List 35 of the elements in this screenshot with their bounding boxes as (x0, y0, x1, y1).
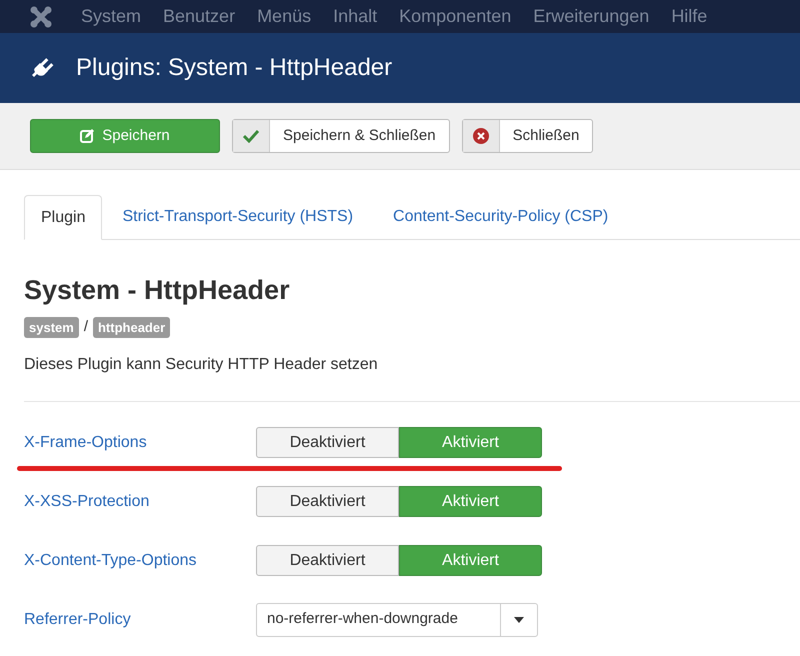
tab[interactable]: Strict-Transport-Security (HSTS) (102, 195, 374, 239)
separator: / (84, 317, 88, 337)
select-field[interactable]: no-referrer-when-downgrade (256, 602, 538, 636)
toggle-option[interactable]: Deaktiviert (256, 427, 399, 458)
edit-icon (80, 129, 94, 143)
plugin-description: Dieses Plugin kann Security HTTP Header setzen (24, 354, 379, 374)
save-and-close-button[interactable]: Speichern & Schließen (232, 119, 450, 153)
toggle-option[interactable]: Aktiviert (399, 427, 542, 458)
menu-item[interactable]: Hilfe (671, 3, 708, 30)
tag-badge: httpheader (92, 316, 170, 338)
checkmark-icon (243, 129, 259, 143)
menu-item[interactable]: Menüs (257, 3, 312, 30)
toggle-option[interactable]: Deaktiviert (256, 545, 399, 576)
tag-badge: system (24, 316, 79, 338)
caret-icon (514, 616, 524, 622)
field-label: X-Frame-Options (24, 432, 148, 452)
toggle-option[interactable]: Aktiviert (399, 486, 542, 517)
toggle-option[interactable]: Deaktiviert (256, 486, 399, 517)
save-button[interactable]: Speichern (30, 119, 220, 153)
menu-item[interactable]: System (81, 3, 142, 30)
field-label: X-Content-Type-Options (24, 550, 198, 570)
tab[interactable]: Plugin (24, 195, 102, 240)
close-button[interactable]: Schließen (462, 119, 594, 153)
page-title: Plugins: System - HttpHeader (76, 53, 392, 83)
tab[interactable]: Content-Security-Policy (CSP) (373, 195, 628, 239)
menu-item[interactable]: Benutzer (163, 3, 236, 30)
close-icon (472, 128, 489, 144)
field-label: X-XSS-Protection (24, 492, 150, 512)
field-label: Referrer-Policy (24, 610, 132, 630)
toggle-option[interactable]: Aktiviert (399, 545, 542, 576)
menu-item[interactable]: Komponenten (399, 3, 512, 30)
menu-item[interactable]: Erweiterungen (533, 3, 650, 30)
plugin-title: System - HttpHeader (24, 277, 291, 304)
menu-item[interactable]: Inhalt (333, 3, 378, 30)
logo-icon[interactable] (30, 6, 52, 28)
